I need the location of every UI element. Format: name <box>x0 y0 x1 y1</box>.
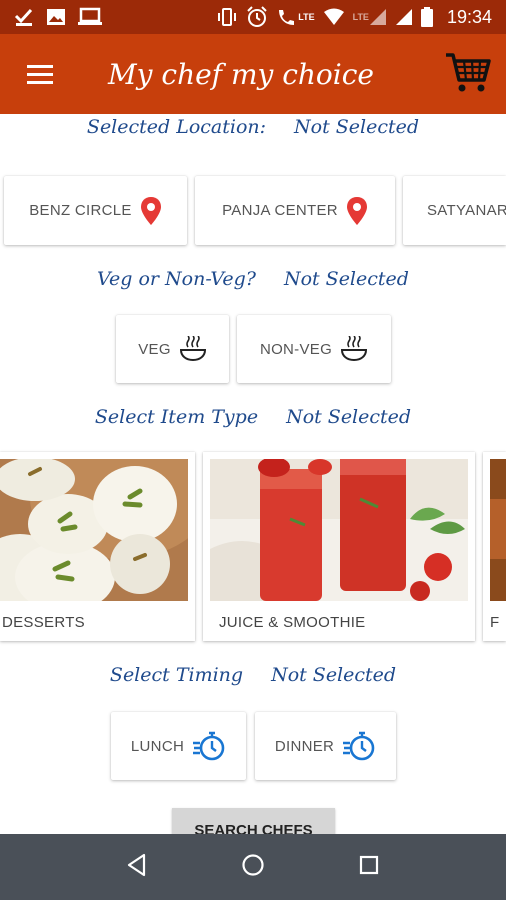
timing-value: Not Selected <box>271 664 397 686</box>
back-button[interactable] <box>126 853 148 882</box>
checkmark-download-icon <box>14 7 34 27</box>
item-type-option-label: F <box>490 614 500 631</box>
lunch-option[interactable]: LUNCH <box>111 712 246 780</box>
home-button[interactable] <box>241 853 265 882</box>
location-option-label: BENZ CIRCLE <box>29 202 132 219</box>
dinner-option[interactable]: DINNER <box>255 712 396 780</box>
item-type-juice-smoothie[interactable]: JUICE & SMOOTHIE <box>203 452 475 641</box>
non-veg-option-label: NON-VEG <box>259 340 333 358</box>
veg-label-row: Veg or Non-Veg? Not Selected <box>0 268 506 290</box>
dinner-option-label: DINNER <box>274 737 335 755</box>
map-pin-icon <box>140 196 161 225</box>
lte-label: LTE <box>298 12 315 22</box>
item-type-option-label: DESSERTS <box>2 614 85 631</box>
timer-icon <box>343 731 375 761</box>
app-title: My chef my choice <box>108 57 374 91</box>
timing-label-row: Select Timing Not Selected <box>0 664 506 686</box>
food-image <box>490 459 506 601</box>
wifi-icon <box>323 8 345 26</box>
cart-button[interactable] <box>444 50 492 94</box>
location-label-row: Selected Location: Not Selected <box>0 116 506 138</box>
signal-icon-2 <box>395 8 413 26</box>
location-option-label: SATYANARAYANAPURAM <box>427 202 506 219</box>
location-label: Selected Location: <box>86 116 267 138</box>
status-bar: LTE LTE 19:34 <box>0 0 506 34</box>
timer-icon <box>193 731 225 761</box>
back-triangle-icon <box>128 853 146 876</box>
vibrate-icon <box>216 7 238 27</box>
item-type-value: Not Selected <box>286 406 412 428</box>
recents-square-icon <box>359 855 378 874</box>
recents-button[interactable] <box>358 854 380 881</box>
menu-button[interactable] <box>0 34 80 114</box>
lte-call-icon: LTE <box>276 7 315 27</box>
laptop-icon <box>78 7 102 27</box>
map-pin-icon <box>346 196 367 225</box>
clock-time: 19:34 <box>446 6 492 27</box>
image-icon <box>46 7 66 27</box>
cart-icon <box>446 53 491 92</box>
veg-option-label: VEG <box>138 340 171 358</box>
steaming-bowl-icon <box>179 336 206 362</box>
lte-label-2: LTE <box>352 12 369 22</box>
hamburger-icon <box>27 60 53 89</box>
item-type-option-label: JUICE & SMOOTHIE <box>219 614 366 631</box>
non-veg-option[interactable]: NON-VEG <box>237 315 391 383</box>
signal-icon-1: LTE <box>353 8 387 26</box>
lunch-option-label: LUNCH <box>130 737 185 755</box>
location-satyanarayanapuram[interactable]: SATYANARAYANAPURAM <box>403 176 506 245</box>
item-type-label-row: Select Item Type Not Selected <box>0 406 506 428</box>
item-type-partial[interactable]: F <box>483 452 506 641</box>
battery-icon <box>420 7 433 27</box>
item-type-desserts[interactable]: DESSERTS <box>0 452 195 641</box>
system-nav-bar <box>0 834 506 900</box>
desserts-image <box>0 459 188 601</box>
location-benz-circle[interactable]: BENZ CIRCLE <box>4 176 187 245</box>
location-value: Not Selected <box>294 116 420 138</box>
alarm-icon <box>246 6 268 28</box>
veg-label: Veg or Non-Veg? <box>97 268 256 290</box>
veg-value: Not Selected <box>283 268 409 290</box>
veg-option[interactable]: VEG <box>116 315 229 383</box>
location-option-label: PANJA CENTER <box>222 202 338 219</box>
app-bar: My chef my choice <box>0 34 506 114</box>
juice-image <box>210 459 468 601</box>
home-circle-icon <box>242 853 264 876</box>
location-panja-center[interactable]: PANJA CENTER <box>195 176 395 245</box>
timing-label: Select Timing <box>109 664 244 686</box>
item-type-label: Select Item Type <box>94 406 259 428</box>
steaming-bowl-icon <box>341 336 368 362</box>
